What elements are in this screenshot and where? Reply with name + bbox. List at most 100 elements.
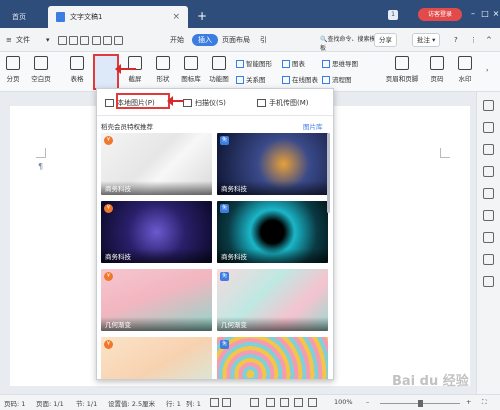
page-break-button[interactable]: 分页: [0, 56, 26, 83]
thumbnail-1-badge: ¥: [104, 136, 113, 145]
sidebar-share-icon[interactable]: [483, 254, 494, 265]
menu-file[interactable]: 文件: [16, 34, 30, 46]
status-section: 节: 1/1: [76, 400, 98, 408]
close-tab-icon[interactable]: ×: [172, 6, 180, 28]
local-picture-icon: [105, 99, 114, 107]
sidebar-backup-icon[interactable]: [483, 232, 494, 243]
watermark-button[interactable]: 水印: [452, 56, 478, 83]
blank-page-button[interactable]: 空白页: [28, 56, 54, 83]
outline-view-icon[interactable]: [294, 398, 303, 407]
scanner-item[interactable]: 扫描仪(S): [183, 95, 226, 111]
quick-icons[interactable]: [58, 34, 124, 46]
tab-start[interactable]: 开始: [170, 34, 184, 46]
thumbnail-4[interactable]: 免 商务科技: [217, 201, 328, 263]
page-number-icon: [430, 56, 444, 70]
thumbnail-3[interactable]: ¥ 商务科技: [101, 201, 212, 263]
function-chart-button[interactable]: 功能图: [206, 56, 232, 83]
thumbnail-5-caption: 几何渐变: [105, 321, 131, 329]
thumbnail-6[interactable]: 免 几何渐变: [217, 269, 328, 331]
online-chart-button[interactable]: 在线图表: [282, 74, 318, 84]
sidebar-limit-icon[interactable]: [483, 188, 494, 199]
thumbnail-8[interactable]: 免: [217, 337, 328, 379]
command-search[interactable]: 🔍查找命令、搜索模板: [320, 34, 378, 52]
save-icon[interactable]: [69, 35, 79, 45]
help-icon[interactable]: ?: [454, 34, 458, 46]
page-number-button[interactable]: 页码: [424, 56, 450, 83]
phone-picture-icon: [257, 99, 266, 107]
read-mode-icon[interactable]: [308, 398, 317, 407]
zoom-level[interactable]: 100%: [334, 398, 353, 406]
status-page-total: 页面: 1/1: [36, 400, 64, 408]
redo-icon[interactable]: [114, 35, 124, 45]
login-button[interactable]: 访客登录: [418, 8, 462, 21]
thumbnail-3-badge: ¥: [104, 204, 113, 213]
tab-reference[interactable]: 引: [260, 34, 267, 46]
sidebar-tool-icon[interactable]: [483, 210, 494, 221]
dropdown-scrollbar[interactable]: [327, 133, 330, 213]
window-count-badge[interactable]: 1: [388, 10, 398, 20]
shape-button[interactable]: 形状: [150, 56, 176, 83]
zoom-out-icon[interactable]: –: [366, 398, 369, 406]
smart-graphic-button[interactable]: 智能图形: [236, 58, 272, 68]
menu-bar: ≡ 文件 ▾ 开始 插入 页面布局 引 🔍查找命令、搜索模板 分享 批注 ▾ ?…: [0, 28, 500, 52]
online-chart-icon: [282, 76, 290, 84]
spellcheck-icon[interactable]: [210, 398, 219, 407]
sidebar-property-icon[interactable]: [483, 166, 494, 177]
flowchart-label: 流程图: [332, 76, 352, 84]
more-icon[interactable]: ⋮: [470, 34, 477, 46]
zoom-in-icon[interactable]: +: [466, 398, 471, 406]
margin-corner-top-left: [36, 148, 46, 158]
tab-document[interactable]: 文字文稿1 ×: [48, 6, 188, 28]
command-search-label: 查找命令、搜索模板: [320, 36, 376, 52]
open-icon[interactable]: [58, 35, 67, 45]
thumbnail-2-badge: 免: [220, 136, 229, 145]
picture-library-link[interactable]: 图片库: [303, 121, 323, 131]
shape-icon: [156, 56, 170, 70]
sidebar-help-icon[interactable]: [483, 276, 494, 287]
thumbnail-6-caption: 几何渐变: [221, 321, 247, 329]
header-footer-button[interactable]: 页眉和页脚: [384, 56, 420, 83]
thumbnail-1[interactable]: ¥ 商务科技: [101, 133, 212, 195]
collapse-ribbon-icon[interactable]: ^: [486, 34, 492, 46]
thumbnail-2[interactable]: 免 商务科技: [217, 133, 328, 195]
tab-insert[interactable]: 插入: [192, 34, 218, 46]
sidebar-shape-icon[interactable]: [483, 144, 494, 155]
preview-icon[interactable]: [91, 35, 101, 45]
chart-label: 图表: [292, 60, 305, 68]
sidebar-select-icon[interactable]: [483, 122, 494, 133]
doc-check-icon[interactable]: [222, 398, 231, 407]
sidebar-style-icon[interactable]: [483, 100, 494, 111]
menu-file-dropdown-icon[interactable]: ▾: [46, 34, 50, 46]
share-label: 分享: [379, 36, 392, 44]
icon-library-button[interactable]: 图标库: [178, 56, 204, 83]
flowchart-button[interactable]: 流程图: [322, 74, 352, 84]
mind-map-button[interactable]: 思维导图: [322, 58, 358, 68]
thumbnail-5[interactable]: ¥ 几何渐变: [101, 269, 212, 331]
print-icon[interactable]: [80, 35, 90, 45]
tab-page-layout[interactable]: 页面布局: [222, 34, 250, 46]
share-button[interactable]: 分享: [374, 33, 397, 47]
close-window-icon[interactable]: ×: [489, 8, 500, 20]
chart-button[interactable]: 图表: [282, 58, 305, 68]
thumbnail-3-caption: 商务科技: [105, 253, 131, 261]
undo-icon[interactable]: [102, 35, 112, 45]
relation-chart-button[interactable]: 关系图: [236, 74, 266, 84]
ribbon-more-icon[interactable]: ›: [486, 66, 489, 74]
tab-home[interactable]: 首页: [0, 6, 38, 28]
comment-button[interactable]: 批注 ▾: [412, 33, 441, 47]
fullscreen-icon[interactable]: ⛶: [482, 398, 487, 407]
eye-icon[interactable]: [250, 398, 259, 407]
hamburger-icon[interactable]: ≡: [6, 34, 12, 46]
comment-label: 批注: [417, 36, 430, 44]
table-icon: [70, 56, 84, 70]
zoom-slider-knob[interactable]: [418, 400, 423, 407]
page-view-icon[interactable]: [266, 398, 275, 407]
new-tab-icon[interactable]: +: [197, 9, 207, 23]
phone-picture-label: 手机传图(M): [269, 99, 309, 107]
thumbnail-7[interactable]: ¥: [101, 337, 212, 379]
thumbnail-1-caption: 商务科技: [105, 185, 131, 193]
table-button[interactable]: 表格: [64, 56, 90, 83]
web-view-icon[interactable]: [280, 398, 289, 407]
phone-picture-item[interactable]: 手机传图(M): [257, 95, 309, 111]
annotation-arrow-icon: [167, 96, 184, 106]
